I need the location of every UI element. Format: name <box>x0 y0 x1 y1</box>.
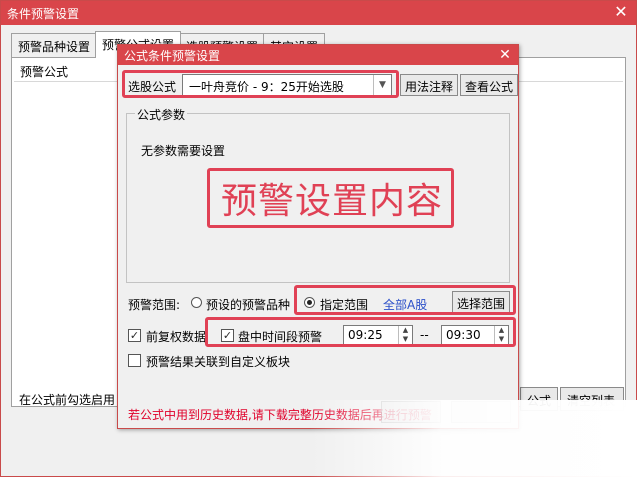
params-legend: 公式参数 <box>135 106 188 123</box>
time-start-input[interactable]: 09:25 ▲ ▼ <box>343 325 413 345</box>
spin-down-icon[interactable]: ▼ <box>495 335 508 344</box>
range-preset-radio[interactable] <box>191 297 202 308</box>
intraday-checkbox[interactable]: ✓ <box>221 329 234 342</box>
time-separator: -- <box>420 328 429 342</box>
dialog-title: 公式条件预警设置 <box>118 45 518 65</box>
range-specified-radio[interactable] <box>304 297 315 308</box>
fade-overlay <box>310 400 637 477</box>
spin-down-icon[interactable]: ▼ <box>399 335 412 344</box>
range-preset-label[interactable]: 预设的预警品种 <box>206 296 290 313</box>
time-end-input[interactable]: 09:30 ▲ ▼ <box>441 325 509 345</box>
time-start-spinner[interactable]: ▲ ▼ <box>398 326 412 344</box>
enable-hint: 在公式前勾选启用 <box>19 393 116 407</box>
time-start-value: 09:25 <box>348 328 383 342</box>
select-range-button[interactable]: 选择范围 <box>452 291 511 313</box>
pre-adjust-checkbox[interactable]: ✓ <box>128 329 141 342</box>
spin-up-icon[interactable]: ▲ <box>495 326 508 335</box>
formula-condition-dialog: 公式条件预警设置 ✕ 选股公式 一叶舟竞价 - 9：25开始选股 ▼ 用法注释 … <box>117 44 519 429</box>
spin-up-icon[interactable]: ▲ <box>399 326 412 335</box>
intraday-label[interactable]: 盘中时间段预警 <box>238 328 322 345</box>
params-text: 无参数需要设置 <box>141 144 226 158</box>
outer-window-title: 条件预警设置 <box>1 1 636 25</box>
link-block-checkbox[interactable] <box>128 354 141 367</box>
link-block-label[interactable]: 预警结果关联到自定义板块 <box>146 353 290 370</box>
formula-select-value: 一叶舟竞价 - 9：25开始选股 <box>189 80 344 94</box>
usage-note-button[interactable]: 用法注释 <box>400 74 459 96</box>
formula-params-group: 公式参数 无参数需要设置 预警设置内容 <box>126 106 510 283</box>
tab-variety[interactable]: 预警品种设置 <box>11 33 98 57</box>
range-value: 全部A股 <box>383 298 428 312</box>
time-end-value: 09:30 <box>446 328 481 342</box>
view-formula-button[interactable]: 查看公式 <box>460 74 519 96</box>
dialog-close-icon[interactable]: ✕ <box>496 45 514 65</box>
chevron-down-icon[interactable]: ▼ <box>373 75 391 95</box>
formula-select[interactable]: 一叶舟竞价 - 9：25开始选股 ▼ <box>182 74 392 96</box>
range-label: 预警范围: <box>128 298 181 312</box>
formula-label: 选股公式 <box>128 80 177 94</box>
close-icon[interactable]: ✕ <box>612 3 630 21</box>
time-end-spinner[interactable]: ▲ ▼ <box>494 326 508 344</box>
overlay-title: 预警设置内容 <box>221 181 444 222</box>
pre-adjust-label[interactable]: 前复权数据 <box>146 328 206 345</box>
range-specified-label[interactable]: 指定范围 <box>320 296 368 313</box>
